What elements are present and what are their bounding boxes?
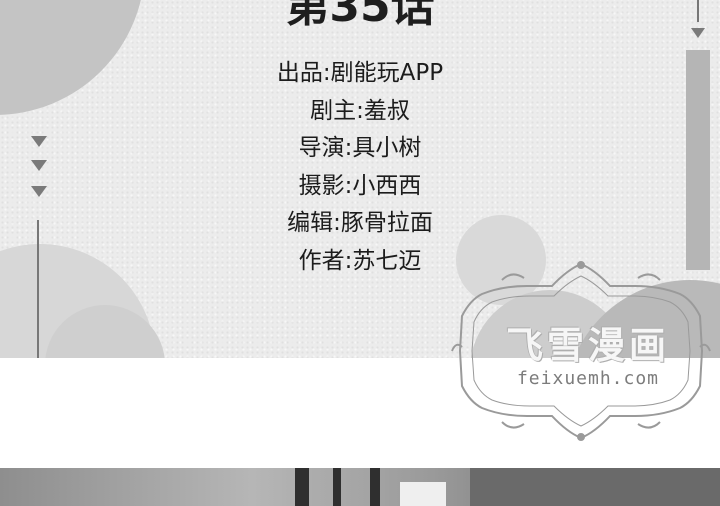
- credit-name: 羞叔: [363, 97, 410, 124]
- next-panel-photo: [0, 468, 720, 506]
- credit-line: 摄影:小西西: [0, 168, 720, 206]
- photo-pillar: [295, 468, 309, 506]
- chapter-title: 第35话: [285, 0, 435, 32]
- credit-name: 小西西: [352, 172, 422, 199]
- credit-name: 剧能玩APP: [330, 60, 444, 86]
- credit-label: 剧主: [310, 97, 357, 124]
- watermark-title: 飞雪漫画: [506, 324, 670, 367]
- credit-label: 作者: [298, 247, 345, 274]
- credit-separator: :: [356, 97, 364, 124]
- credits-list: 出品:剧能玩APP 剧主:羞叔 导演:具小树 摄影:小西西 编辑:豚骨拉面 作者:苏七迈: [0, 55, 720, 280]
- photo-wall: [470, 468, 720, 506]
- credit-line: 出品:剧能玩APP: [0, 55, 720, 93]
- credit-label: 导演: [298, 135, 345, 161]
- credit-line: 导演:具小树: [0, 130, 720, 168]
- credit-name: 具小树: [352, 135, 422, 161]
- credit-line: 剧主:羞叔: [0, 93, 720, 131]
- watermark-url: feixuemh.com: [516, 368, 660, 389]
- credit-label: 摄影: [298, 172, 345, 199]
- watermark-badge: 飞雪漫画 feixuemh.com: [442, 256, 720, 446]
- photo-sign: [400, 482, 446, 506]
- credit-line: 编辑:豚骨拉面: [0, 205, 720, 243]
- photo-pillar: [370, 468, 380, 506]
- credit-name: 豚骨拉面: [340, 210, 433, 236]
- photo-pillar: [333, 468, 341, 506]
- credit-name: 苏七迈: [352, 247, 422, 274]
- credit-label: 编辑: [287, 210, 334, 236]
- credit-label: 出品: [276, 60, 323, 86]
- credit-separator: :: [333, 210, 341, 236]
- credit-separator: :: [322, 60, 331, 86]
